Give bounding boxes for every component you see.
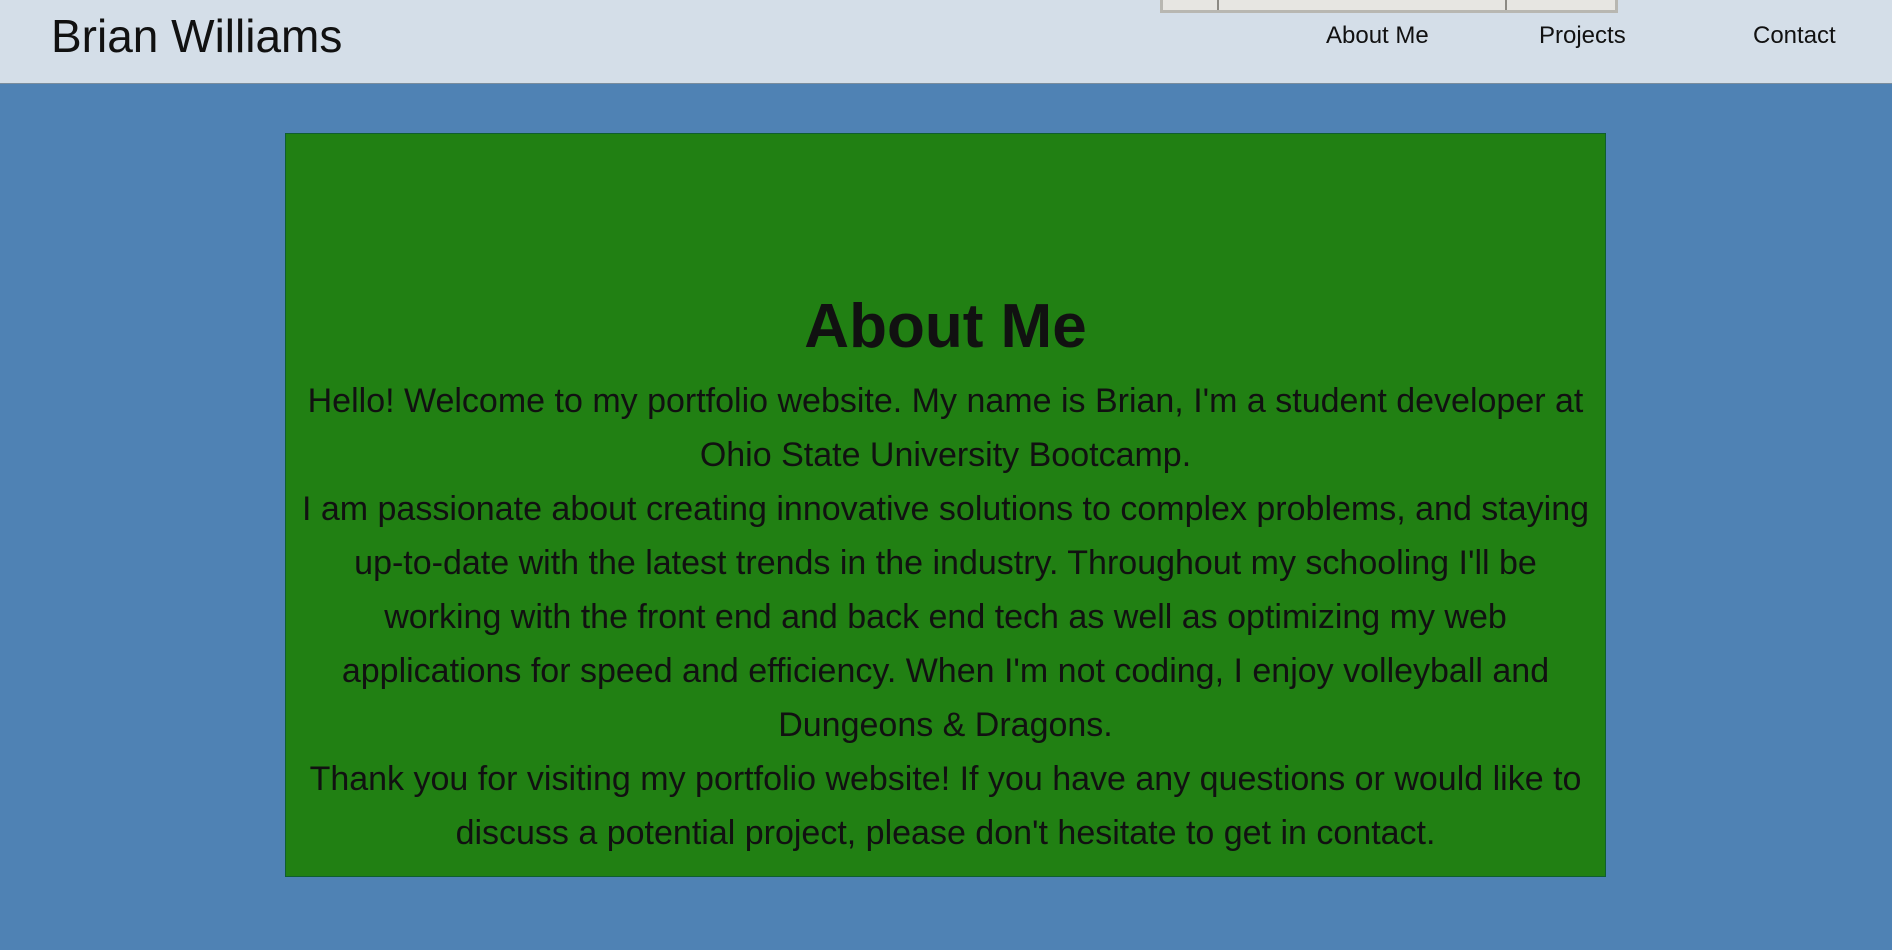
- about-copy: Hello! Welcome to my portfolio website. …: [300, 374, 1591, 860]
- site-header: Brian Williams About Me Projects Contact: [0, 0, 1892, 84]
- main-content: About Me Hello! Welcome to my portfolio …: [0, 84, 1892, 950]
- about-contact-paragraph: Thank you for visiting my portfolio webs…: [309, 760, 1582, 852]
- nav-link-contact[interactable]: Contact: [1753, 20, 1836, 52]
- about-heading: About Me: [804, 292, 1087, 361]
- about-passion-paragraph: I am passionate about creating innovativ…: [301, 490, 1590, 744]
- nav-link-about-me[interactable]: About Me: [1326, 20, 1429, 52]
- header-image-strip: [1160, 0, 1618, 13]
- about-section: About Me Hello! Welcome to my portfolio …: [285, 133, 1606, 877]
- site-title: Brian Williams: [51, 10, 343, 62]
- nav-link-projects[interactable]: Projects: [1539, 20, 1626, 52]
- about-intro-paragraph: Hello! Welcome to my portfolio website. …: [307, 382, 1584, 474]
